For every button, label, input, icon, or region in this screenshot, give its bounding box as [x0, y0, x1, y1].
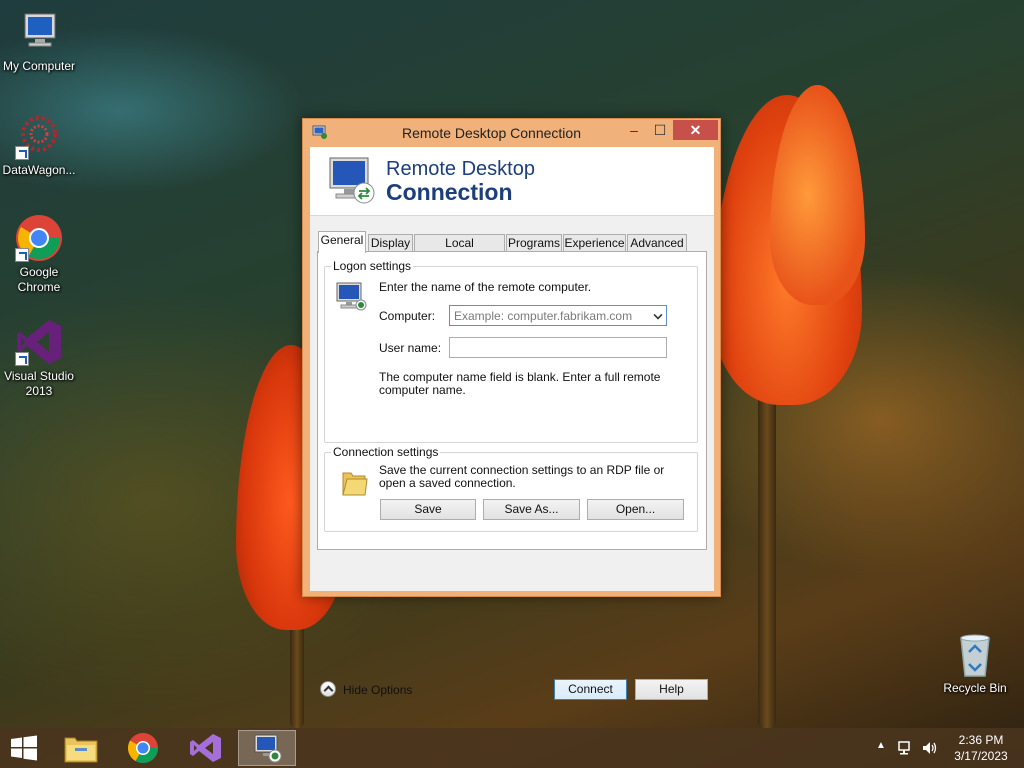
computer-icon [336, 282, 367, 311]
hide-options-icon[interactable] [320, 681, 336, 697]
rdc-window: Remote Desktop Connection – ☐ ✕ Remote D… [302, 118, 721, 700]
visual-studio-icon [15, 318, 63, 366]
logon-settings-group: Logon settings Enter the name of the rem… [324, 259, 698, 443]
clock-time[interactable]: 2:36 PM [948, 733, 1014, 747]
shortcut-arrow-icon [15, 352, 29, 366]
windows-logo-icon [11, 735, 37, 761]
desktop-icon-recycle-bin[interactable]: Recycle Bin [937, 630, 1013, 696]
desktop-icon-my-computer[interactable]: My Computer [1, 8, 77, 74]
start-button[interactable] [0, 730, 48, 766]
desktop-icon-label: Google Chrome [17, 265, 61, 294]
title-bar[interactable]: Remote Desktop Connection – ☐ ✕ [303, 119, 720, 147]
desktop-icon-label: Visual Studio 2013 [4, 369, 74, 398]
computer-placeholder: Example: computer.fabrikam.com [454, 309, 633, 323]
desktop-icon-label: My Computer [2, 59, 76, 73]
logon-settings-label: Logon settings [331, 259, 414, 273]
desktop-icon-visual-studio[interactable]: Visual Studio 2013 [1, 318, 77, 399]
taskbar: ▲ 2:36 PM 3/17/2023 [0, 728, 1024, 768]
minimize-button[interactable]: – [621, 120, 647, 140]
connection-settings-label: Connection settings [331, 445, 441, 459]
computer-label: Computer: [379, 309, 436, 323]
username-label: User name: [379, 341, 442, 355]
username-input[interactable] [449, 337, 667, 358]
show-hidden-icons-chevron-icon[interactable]: ▲ [876, 740, 886, 751]
rdc-monitor-icon [254, 734, 282, 763]
maximize-button[interactable]: ☐ [647, 120, 673, 140]
recycle-bin-icon [951, 630, 999, 678]
save-as-button[interactable]: Save As... [483, 499, 580, 520]
volume-icon[interactable] [921, 740, 939, 756]
desktop-icon-datawagon[interactable]: DataWagon... [1, 112, 77, 178]
tab-general[interactable]: General [318, 231, 366, 253]
tab-advanced[interactable]: Advanced [627, 234, 687, 252]
chevron-down-icon[interactable] [653, 310, 663, 320]
hide-options-link[interactable]: Hide Options [343, 683, 412, 697]
visual-studio-icon [190, 734, 221, 762]
folder-icon [342, 472, 368, 496]
window-client-area: Remote Desktop Connection General Displa… [310, 147, 714, 700]
computer-combobox[interactable]: Example: computer.fabrikam.com [449, 305, 667, 326]
connection-settings-group: Connection settings Save the current con… [324, 445, 698, 532]
general-tab-panel: Logon settings Enter the name of the rem… [317, 251, 707, 550]
taskbar-remote-desktop[interactable] [238, 730, 296, 766]
close-button[interactable]: ✕ [673, 120, 718, 140]
connect-button[interactable]: Connect [554, 679, 627, 700]
desktop-icon-google-chrome[interactable]: Google Chrome [1, 214, 77, 295]
shortcut-arrow-icon [15, 146, 29, 160]
clock-date[interactable]: 3/17/2023 [948, 749, 1014, 763]
tab-experience[interactable]: Experience [563, 234, 626, 252]
file-explorer-icon [64, 737, 98, 763]
computer-blank-hint: The computer name field is blank. Enter … [379, 370, 661, 397]
connection-description: Save the current connection settings to … [379, 463, 665, 490]
shortcut-arrow-icon [15, 248, 29, 262]
help-button[interactable]: Help [635, 679, 708, 700]
tab-local-resources[interactable]: Local Resources [414, 234, 505, 266]
network-icon[interactable] [897, 740, 915, 756]
desktop-icon-label: Recycle Bin [943, 681, 1007, 695]
banner-title-line1: Remote Desktop [386, 158, 535, 180]
tab-display[interactable]: Display [368, 234, 413, 252]
rdc-monitor-icon [329, 157, 375, 204]
tulip-stem [758, 390, 776, 728]
datawagon-icon [15, 112, 63, 160]
logon-instruction: Enter the name of the remote computer. [379, 280, 592, 294]
open-button[interactable]: Open... [587, 499, 684, 520]
chrome-icon [15, 214, 63, 262]
desktop-icon-label: DataWagon... [2, 163, 76, 177]
computer-icon [15, 8, 63, 56]
chrome-icon [127, 733, 158, 764]
save-button[interactable]: Save [380, 499, 476, 520]
taskbar-visual-studio[interactable] [179, 730, 231, 766]
tab-programs[interactable]: Programs [506, 234, 562, 252]
banner: Remote Desktop Connection [310, 147, 714, 216]
taskbar-file-explorer[interactable] [55, 730, 107, 766]
banner-title-line2: Connection [386, 179, 513, 205]
taskbar-chrome[interactable] [117, 730, 169, 766]
